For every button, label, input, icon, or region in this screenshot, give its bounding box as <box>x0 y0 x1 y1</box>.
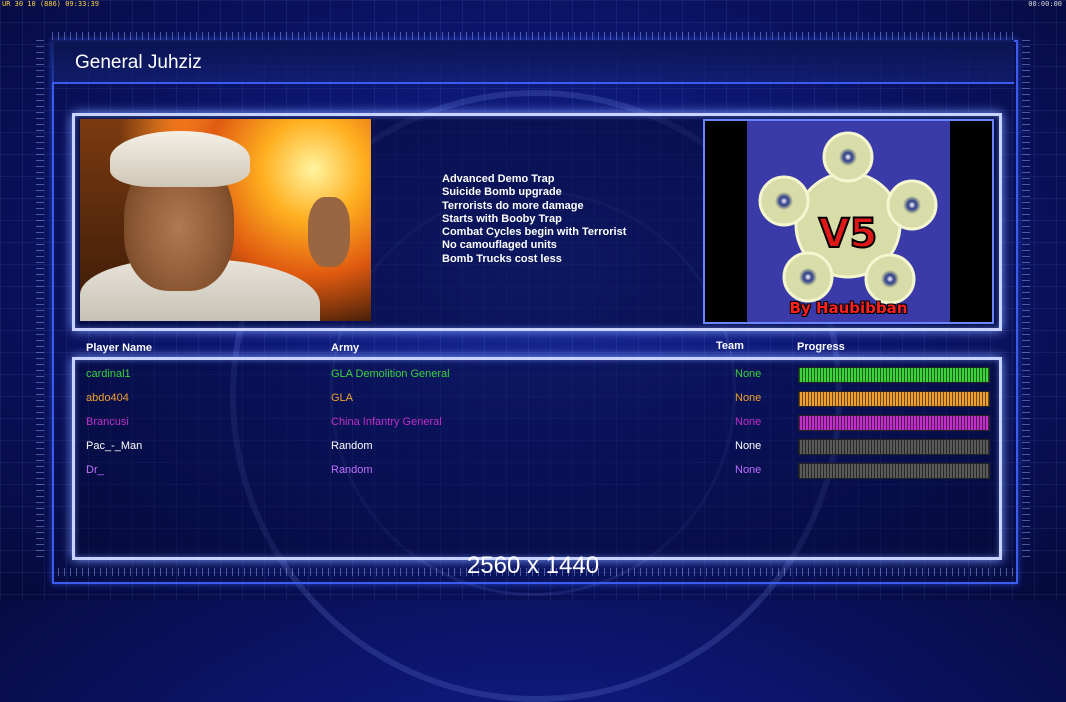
mod-version-text: V5 <box>819 211 878 257</box>
player-progress-fill <box>799 392 989 406</box>
player-name: Pac_-_Man <box>86 440 143 452</box>
hud-stats: UR 30 10 (886) 09:33:39 <box>2 0 99 8</box>
portrait-headwrap <box>110 131 250 187</box>
header-progress: Progress <box>797 341 845 353</box>
header-army: Army <box>331 342 360 354</box>
player-progress-bar <box>798 439 990 455</box>
trait-item: Terrorists do more damage <box>442 199 584 212</box>
player-progress-bar <box>798 415 990 431</box>
player-name: abdo404 <box>86 392 129 404</box>
player-row: abdo404 GLA None <box>0 388 1066 412</box>
player-progress-fill <box>799 416 989 430</box>
trait-item: Combat Cycles begin with Terrorist <box>442 226 627 239</box>
mod-author-text: By Haubibban <box>789 299 908 317</box>
player-name: Brancusi <box>86 416 129 428</box>
player-army: Random <box>331 440 373 452</box>
player-row: Dr_ Random None <box>0 460 1066 484</box>
trait-item: Advanced Demo Trap <box>442 173 555 185</box>
player-army: GLA <box>331 392 354 404</box>
hud-timer: 00:00:00 <box>1028 0 1062 8</box>
general-traits-list: Advanced Demo Trap Suicide Bomb upgrade … <box>442 173 626 266</box>
player-row: Pac_-_Man Random None <box>0 436 1066 460</box>
trait-item: No camouflaged units <box>442 239 557 252</box>
player-name: Dr_ <box>86 464 104 476</box>
player-army: China Infantry General <box>331 416 442 428</box>
player-army: GLA Demolition General <box>331 368 450 380</box>
player-team: None <box>735 440 762 452</box>
resolution-label: 2560 x 1440 <box>466 552 600 579</box>
portrait-hand <box>308 197 350 267</box>
header-team: Team <box>716 340 744 352</box>
mod-logo-art: V5 By Haubibban <box>747 121 950 322</box>
player-progress-fill <box>799 464 989 478</box>
player-progress-bar <box>798 391 990 407</box>
trait-item: Bomb Trucks cost less <box>442 252 562 265</box>
general-title: General Juhziz <box>75 52 202 73</box>
trait-item: Starts with Booby Trap <box>442 212 562 225</box>
player-progress-fill <box>799 440 989 454</box>
player-team: None <box>735 368 762 380</box>
general-portrait <box>80 119 371 321</box>
player-row: Brancusi China Infantry General None <box>0 412 1066 436</box>
header-player-name: Player Name <box>86 342 153 354</box>
player-team: None <box>735 392 762 404</box>
player-team: None <box>735 416 762 428</box>
mod-logo: V5 By Haubibban <box>703 119 994 324</box>
player-progress-bar <box>798 367 990 383</box>
ruler-top <box>52 32 1014 40</box>
player-name: cardinal1 <box>86 368 131 380</box>
player-army: Random <box>331 464 373 476</box>
player-row: cardinal1 GLA Demolition General None <box>0 364 1066 388</box>
trait-item: Suicide Bomb upgrade <box>442 186 562 199</box>
player-progress-fill <box>799 368 989 382</box>
player-team: None <box>735 464 762 476</box>
mod-logo-graphic: V5 <box>758 131 938 305</box>
player-progress-bar <box>798 463 990 479</box>
